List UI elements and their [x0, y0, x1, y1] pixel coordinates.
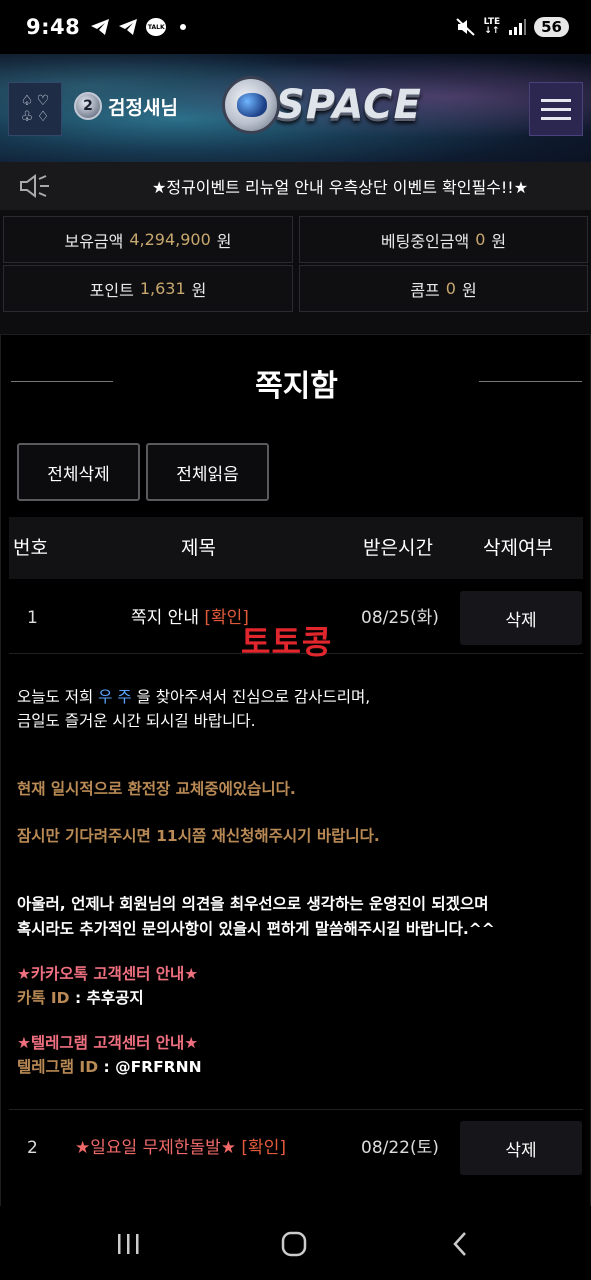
inbox-panel: 쪽지함 전체삭제 전체읽음 번호 제목 받은시간 삭제여부 1 쪽지 안내 [확… [0, 334, 591, 1206]
notice-text[interactable]: ★정규이벤트 리뉴얼 안내 우측상단 이벤트 확인필수!!★ [152, 174, 528, 198]
home-icon[interactable] [274, 1226, 314, 1262]
message-line: 혹시라도 추가적인 문의사항이 있을시 편하게 말씀해주시길 바랍니다.^^ [17, 920, 495, 938]
kakao-title: ★카카오톡 고객센터 안내★ [17, 965, 199, 983]
signal-icon [509, 19, 527, 35]
status-bar: 9:48 TALK LTE ↓↑ 56 [0, 0, 591, 54]
kakao-value: : 추후공지 [69, 989, 144, 1007]
diamond-icon: ♢ [36, 109, 50, 125]
telegram-icon [91, 19, 110, 35]
holding-label: 보유금액 [64, 231, 124, 251]
status-time: 9:48 [26, 15, 81, 39]
point-amount: 포인트 1,631 원 [3, 265, 293, 312]
subject-text: 쪽지 안내 [131, 608, 199, 628]
message-line: 잠시만 기다려주시면 11시쯤 재신청해주시기 바랍니다. [17, 827, 380, 845]
telegram-title: ★텔레그램 고객센터 안내★ [17, 1034, 199, 1052]
message-line: 아울러, 언제나 회원님의 의견을 최우선으로 생각하는 운영진이 되겠으며 [17, 895, 489, 913]
column-number: 번호 [13, 537, 48, 559]
back-icon[interactable] [440, 1226, 480, 1262]
row-date: 08/25(화) [361, 608, 439, 628]
row-number: 1 [27, 608, 38, 628]
balance-panel: 보유금액 4,294,900 원 베팅중인금액 0 원 포인트 1,631 원 … [0, 210, 591, 334]
message-line: 금일도 즐거운 시간 되시길 바랍니다. [17, 712, 256, 730]
heart-icon: ♡ [36, 93, 50, 109]
spade-icon: ♤ [20, 93, 34, 109]
row-date: 08/22(토) [361, 1138, 439, 1158]
inbox-title-row: 쪽지함 [1, 357, 590, 407]
kakao-id-line: 카톡 ID : 추후공지 [17, 986, 144, 1008]
telegram-value: : @FRFRNN [98, 1058, 202, 1076]
divider [9, 1109, 583, 1110]
currency-unit: 원 [461, 280, 477, 300]
comp-label: 콤프 [410, 280, 440, 300]
row-number: 2 [27, 1138, 38, 1158]
delete-button[interactable]: 삭제 [460, 1121, 582, 1175]
column-received-time: 받은시간 [363, 537, 433, 559]
betting-amount: 베팅중인금액 0 원 [299, 216, 588, 263]
site-header: ♤ ♡ ♧ ♢ 2 검정새님 SPACE [0, 54, 591, 162]
delete-all-button[interactable]: 전체삭제 [17, 443, 140, 501]
club-icon: ♧ [20, 109, 34, 125]
currency-unit: 원 [491, 231, 507, 251]
message-text: 을 찾아주셔서 진심으로 감사드리며, [131, 688, 371, 706]
read-all-button[interactable]: 전체읽음 [146, 443, 269, 501]
menu-line [541, 98, 571, 102]
watermark-text: 토토콩 [241, 623, 333, 661]
holding-amount: 보유금액 4,294,900 원 [3, 216, 293, 263]
recent-apps-icon[interactable] [108, 1226, 148, 1262]
battery-indicator: 56 [534, 17, 569, 37]
menu-line [541, 107, 571, 111]
page-title: 쪽지함 [255, 369, 338, 404]
notification-icons: TALK [90, 18, 187, 36]
system-icons: LTE ↓↑ 56 [455, 17, 569, 37]
speaker-icon [0, 173, 70, 199]
brand-text: 우 주 [98, 688, 132, 706]
column-subject: 제목 [181, 537, 216, 559]
table-row[interactable]: 2 ★일요일 무제한돌발★ [확인] 08/22(토) 삭제 [9, 1115, 583, 1181]
subject-text: ★일요일 무제한돌발★ [75, 1138, 237, 1158]
more-notifications-icon [180, 24, 187, 30]
point-value: 1,631 [139, 279, 186, 298]
message-line: 현재 일시적으로 환전장 교체중에있습니다. [17, 780, 296, 798]
column-delete: 삭제여부 [483, 537, 553, 559]
hamburger-menu-button[interactable] [529, 82, 583, 136]
navigation-bar [0, 1206, 591, 1280]
level-badge-icon: 2 [74, 92, 102, 120]
astronaut-helmet-icon [222, 76, 280, 134]
delete-button[interactable]: 삭제 [460, 591, 582, 645]
message-text: 오늘도 저희 [17, 688, 99, 706]
telegram-id-line: 텔레그램 ID : @FRFRNN [17, 1055, 202, 1077]
notice-ticker: ★정규이벤트 리뉴얼 안내 우측상단 이벤트 확인필수!!★ [0, 162, 591, 210]
comp-amount: 콤프 0 원 [299, 265, 588, 312]
holding-value: 4,294,900 [129, 230, 211, 249]
telegram-icon [119, 19, 138, 35]
user-info[interactable]: 2 검정새님 [74, 92, 178, 120]
site-logo[interactable]: SPACE [222, 76, 422, 134]
message-line: 오늘도 저희 우 주 을 찾아주셔서 진심으로 감사드리며, [17, 685, 370, 707]
betting-value: 0 [475, 230, 486, 249]
comp-value: 0 [445, 279, 456, 298]
kakao-label: 카톡 ID [17, 989, 70, 1007]
mute-icon [455, 18, 475, 36]
kakaotalk-icon: TALK [146, 18, 167, 36]
currency-unit: 원 [216, 231, 232, 251]
row-subject[interactable]: ★일요일 무제한돌발★ [확인] [75, 1115, 286, 1181]
menu-line [541, 116, 571, 120]
betting-label: 베팅중인금액 [380, 231, 470, 251]
table-header: 번호 제목 받은시간 삭제여부 [9, 517, 583, 579]
point-label: 포인트 [89, 280, 134, 300]
card-suits-button[interactable]: ♤ ♡ ♧ ♢ [8, 82, 62, 136]
logo-text: SPACE [276, 82, 422, 128]
telegram-label: 텔레그램 ID [17, 1058, 99, 1076]
row-subject[interactable]: 쪽지 안내 [확인] [131, 585, 249, 651]
divider [479, 381, 582, 382]
username: 검정새님 [108, 96, 178, 119]
network-type: LTE ↓↑ [483, 17, 501, 36]
confirm-tag: [확인] [241, 1138, 286, 1158]
currency-unit: 원 [191, 280, 207, 300]
